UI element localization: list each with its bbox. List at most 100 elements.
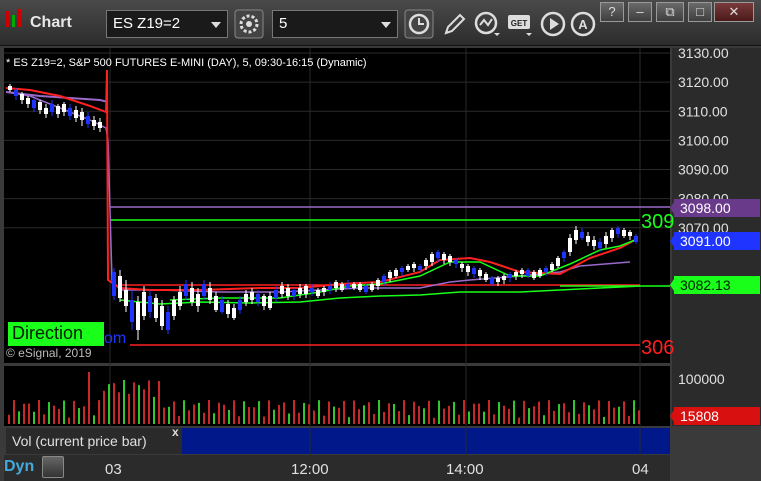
volume-bar [633,400,635,424]
candle-body [256,294,260,302]
help-button[interactable]: ? [600,2,624,22]
candle-body [484,274,488,280]
volume-bar [388,403,390,424]
candle-body [478,270,482,276]
clock-icon[interactable] [404,9,434,39]
candle-body [274,290,278,298]
volume-bar [113,383,115,424]
volume-bar [188,410,190,424]
candle-body [196,294,200,306]
volume-bar [433,417,435,424]
volume-bar [623,401,625,424]
candle-body [262,296,266,306]
pencil-draw-icon[interactable] [440,9,470,39]
volume-bar [203,412,205,424]
volume-bar [163,407,165,424]
candle-body [74,110,78,118]
candle-body [520,270,524,274]
volume-bar [603,416,605,424]
candle-body [68,108,72,116]
volume-bar [183,400,185,424]
volume-bar [613,407,615,424]
candle-body [280,286,284,294]
direction-label: Direction [8,322,104,346]
price-chart[interactable]: 309 306 3130.00 3120.00 3110.00 3100.00 3090.… [0,46,761,481]
candle-body [268,296,272,308]
candle-body [616,228,620,234]
volume-bar [553,410,555,424]
candle-body [250,292,254,300]
volume-bar [488,400,490,424]
candle-body [466,266,470,272]
price-tick-label: 3090.00 [678,162,729,178]
candle-body [358,284,362,290]
close-button[interactable]: ✕ [714,2,754,22]
volume-bar [378,400,380,424]
candle-body [622,230,626,236]
volume-bar [348,417,350,424]
green-line-label: 309 [641,211,674,233]
candle-body [112,272,116,296]
maximize-button[interactable]: □ [688,2,712,22]
candle-body [304,286,308,294]
partial-label: om [104,330,127,347]
candle-body [448,256,452,262]
study-icon[interactable] [472,9,502,39]
volume-bar [318,400,320,424]
volume-bar [383,412,385,424]
volume-bar [218,402,220,424]
candle-body [412,264,416,268]
restore-button[interactable]: ⧉ [656,2,684,22]
volume-bar [228,409,230,424]
volume-close-icon[interactable]: x [172,425,179,439]
volume-bar [78,408,80,424]
candle-body [92,120,96,126]
settings-gear-icon[interactable] [234,9,264,39]
volume-bar [538,401,540,424]
volume-bar [128,393,130,424]
volume-bar [223,404,225,424]
chevron-down-icon[interactable] [211,22,221,28]
candle-body [32,100,36,108]
candle-body [352,284,356,288]
volume-bar [423,408,425,424]
candle-body [586,236,590,242]
chart-symbol-header: * ES Z19=2, S&P 500 FUTURES E-MINI (DAY)… [6,57,367,69]
link-icon[interactable]: A [568,9,598,39]
volume-bar [563,403,565,424]
volume-bar [273,409,275,424]
candle-body [532,272,536,278]
price-tick-label: 3120.00 [678,74,729,90]
candle-body [382,276,386,282]
candle-body [292,290,296,296]
candle-body [580,232,584,238]
volume-bar [8,414,10,424]
price-tick-label: 3100.00 [678,132,729,148]
minimize-button[interactable]: – [628,2,652,22]
candle-body [436,252,440,258]
volume-bar [573,400,575,424]
play-icon[interactable] [538,9,568,39]
candle-body [628,232,632,236]
candle-body [538,270,542,276]
volume-bar [253,407,255,424]
symbol-selector[interactable]: ES Z19=2 [106,10,228,38]
volume-bar [263,416,265,424]
volume-bar [458,414,460,424]
get-data-icon[interactable]: GET [506,9,536,39]
volume-bar [38,400,40,424]
volume-bar [448,405,450,424]
volume-bar [288,413,290,424]
chevron-down-icon[interactable] [381,22,391,28]
candle-body [424,260,428,266]
volume-bar [298,412,300,424]
time-tick-label: 14:00 [446,461,484,478]
volume-bar [303,402,305,424]
volume-bar [523,400,525,424]
lock-icon[interactable] [42,456,64,478]
interval-selector[interactable]: 5 [272,10,398,38]
volume-bar [133,382,135,424]
time-tick-label: 03 [105,461,122,478]
volume-bar [238,416,240,424]
candle-body [316,290,320,296]
